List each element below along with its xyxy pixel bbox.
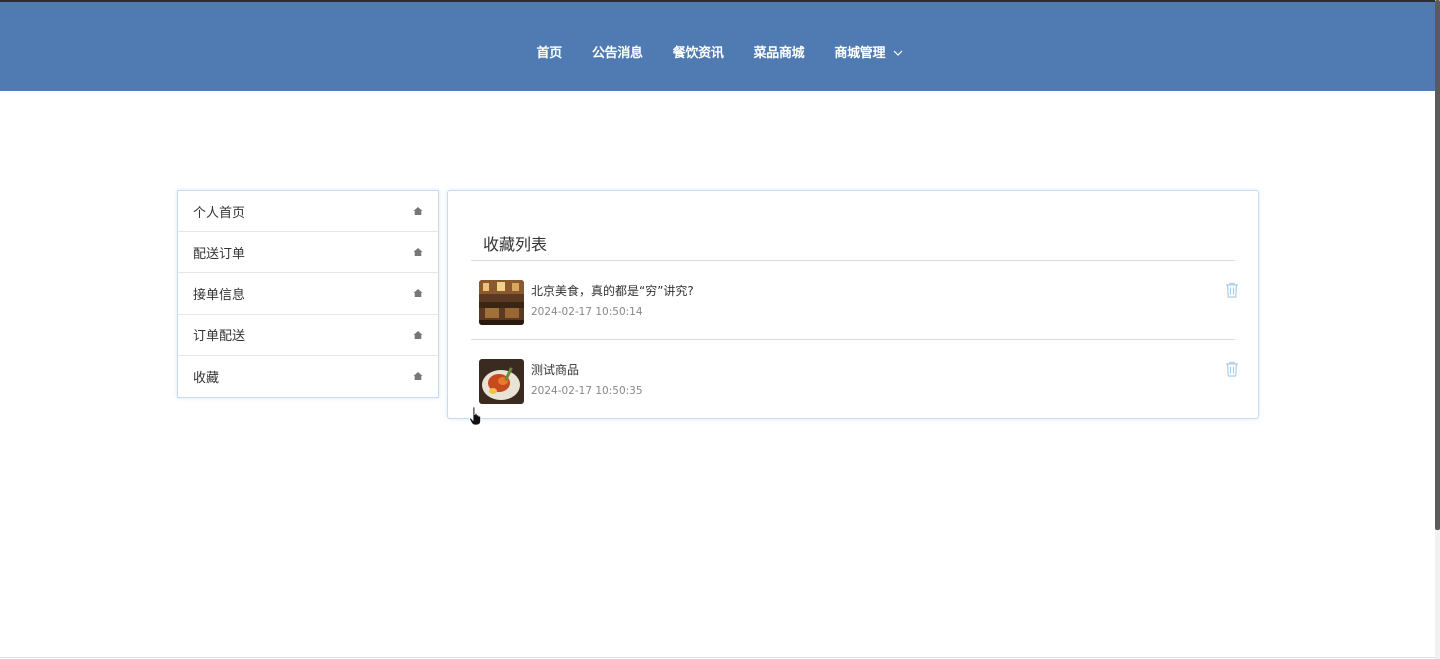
favorite-item[interactable]: 北京美食，真的都是“穷”讲究? 2024-02-17 10:50:14 [479, 280, 1239, 326]
sidebar-item-profile[interactable]: 个人首页 [178, 191, 438, 233]
chevron-down-icon [894, 50, 903, 56]
nav-item-menu-mall[interactable]: 菜品商城 [754, 42, 805, 61]
sidebar-item-label: 收藏 [193, 370, 220, 386]
sidebar-item-label: 配送订单 [193, 246, 246, 262]
page-scrollbar[interactable] [1435, 0, 1440, 659]
nav-item-mall-management[interactable]: 商城管理 [834, 42, 903, 61]
favorites-panel: 收藏列表 北京美食，真的都是“穷”讲究? 2024-02-17 10:50:14 [447, 190, 1259, 419]
main-nav: 首页 公告消息 餐饮资讯 菜品商城 商城管理 [0, 42, 1440, 61]
favorite-item-time: 2024-02-17 10:50:14 [531, 306, 643, 318]
home-icon [413, 207, 423, 216]
sidebar-item-label: 个人首页 [193, 205, 246, 221]
nav-item-dining-news[interactable]: 餐饮资讯 [673, 42, 724, 61]
footer-divider [0, 657, 1440, 658]
home-icon [413, 248, 423, 257]
scrollbar-thumb[interactable] [1435, 0, 1440, 530]
divider [471, 260, 1235, 261]
home-icon [413, 330, 423, 339]
nav-item-mall-management-label: 商城管理 [834, 46, 886, 61]
trash-icon[interactable] [1225, 361, 1239, 377]
favorite-item-name[interactable]: 北京美食，真的都是“穷”讲究? [531, 282, 694, 299]
sidebar-item-label: 接单信息 [193, 287, 246, 303]
favorite-item[interactable]: 测试商品 2024-02-17 10:50:35 [479, 359, 1239, 405]
restaurant-photo[interactable] [479, 280, 524, 325]
home-icon [413, 372, 423, 381]
nav-item-home[interactable]: 首页 [537, 42, 563, 61]
sidebar-item-order-delivery[interactable]: 订单配送 [178, 315, 438, 356]
favorites-title: 收藏列表 [483, 235, 548, 254]
sidebar-item-accepted-orders[interactable]: 接单信息 [178, 273, 438, 315]
trash-icon[interactable] [1225, 282, 1239, 298]
sidebar-item-delivery-orders[interactable]: 配送订单 [178, 232, 438, 274]
sidebar-item-label: 订单配送 [193, 329, 246, 345]
sidebar-item-favorites[interactable]: 收藏 [178, 356, 438, 397]
favorite-item-time: 2024-02-17 10:50:35 [531, 385, 643, 397]
nav-item-announcements[interactable]: 公告消息 [592, 42, 643, 61]
hand-pointer-icon [469, 406, 481, 426]
food-photo[interactable] [479, 359, 524, 404]
user-sidebar-menu: 个人首页 配送订单 接单信息 订单配送 收藏 [177, 190, 439, 398]
favorite-item-name[interactable]: 测试商品 [531, 361, 579, 378]
home-icon [413, 289, 423, 298]
top-navbar: 首页 公告消息 餐饮资讯 菜品商城 商城管理 [0, 0, 1440, 91]
divider [471, 339, 1235, 340]
